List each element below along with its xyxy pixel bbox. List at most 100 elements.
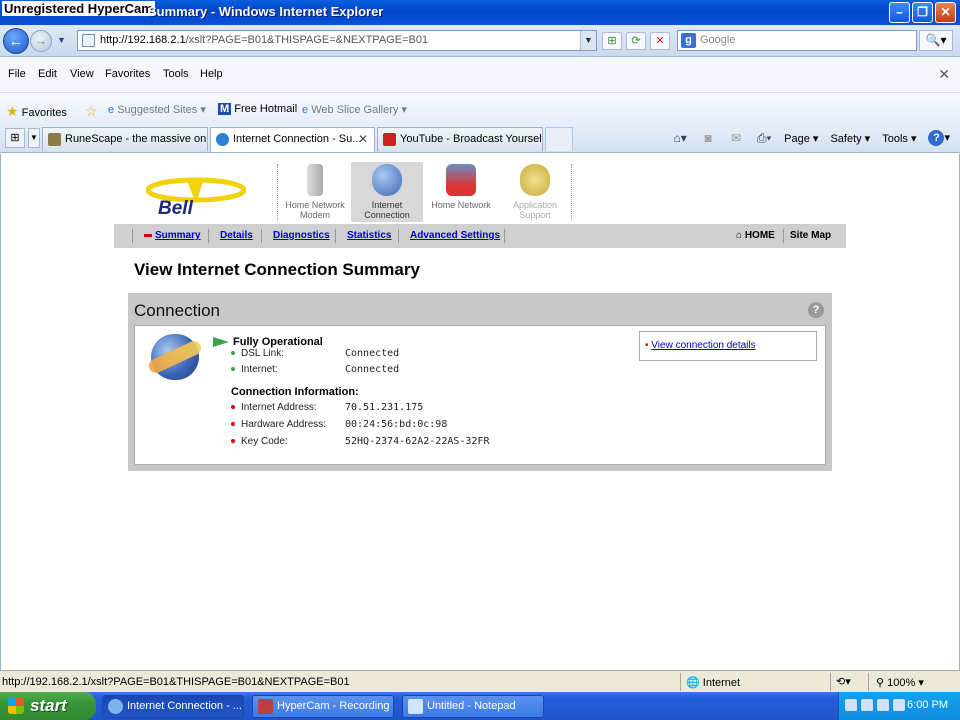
free-hotmail-link[interactable]: M Free Hotmail [218,103,297,115]
protected-mode-icon[interactable]: ⟲▾ [836,675,851,688]
tab-internet-connection[interactable]: Internet Connection - Su... ✕ [210,127,375,152]
maximize-button[interactable]: ❐ [912,2,933,23]
tab-list-dropdown-icon[interactable]: ▼ [28,128,40,148]
menu-file[interactable]: File [8,68,26,80]
globe-icon [372,164,402,196]
minimize-button[interactable]: – [889,2,910,23]
menu-edit[interactable]: Edit [38,68,57,80]
start-button[interactable]: start [0,692,96,720]
tray-icon-1[interactable] [845,699,857,711]
url-path: /xslt?PAGE=B01&THISPAGE=&NEXTPAGE=B01 [185,34,429,46]
home-icon[interactable]: ⌂▾ [672,131,688,145]
row-label: Internet Address: [241,402,317,413]
back-button[interactable]: ← [3,28,29,54]
menu-view[interactable]: View [70,68,94,80]
close-menubar-icon[interactable]: ✕ [938,66,950,83]
connection-panel: Connection ? Fully Operational DSL Link:… [128,293,832,471]
subnav-statistics[interactable]: Statistics [347,230,391,241]
task-notepad[interactable]: Untitled - Notepad [402,695,544,718]
view-connection-details-link[interactable]: View connection details [651,340,755,351]
search-placeholder: Google [700,34,736,46]
favorites-label: Favorites [21,107,67,119]
nav-home-network[interactable]: Home Network [425,162,497,222]
quick-tabs-icon[interactable]: ⊞ [5,128,25,148]
zoom-value: 100% [887,677,916,689]
zone-label: Internet [702,677,741,689]
details-box: • View connection details [639,331,817,361]
key-code-row: Key Code: 52HQ-2374-62A2-22AS-32FR [231,436,490,447]
feeds-icon[interactable]: ◙ [700,131,716,145]
tray-icon-2[interactable] [861,699,873,711]
nav-label: Home Network [431,200,491,210]
youtube-favicon-icon [383,133,396,146]
subnav-diagnostics[interactable]: Diagnostics [273,230,330,241]
page-menu[interactable]: Page ▾ [784,132,818,145]
nav-home-network-modem[interactable]: Home Network Modem [279,162,351,222]
task-internet-explorer[interactable]: Internet Connection - ... [102,695,244,718]
tray-icon-3[interactable] [877,699,889,711]
tab-youtube[interactable]: YouTube - Broadcast Yourself. [377,127,543,151]
recent-pages-dropdown[interactable]: ▼ [57,35,66,45]
safety-menu[interactable]: Safety ▾ [830,132,870,145]
new-tab-button[interactable] [545,127,573,151]
subnav-details[interactable]: Details [220,230,253,241]
internet-zone-icon: 🌐 [686,677,700,689]
taskbar: start Internet Connection - ... HyperCam… [0,692,960,720]
web-slice-gallery-label: Web Slice Gallery ▾ [311,104,407,116]
search-input[interactable]: g Google [677,30,917,51]
favorites-button[interactable]: ★ Favorites [6,103,67,120]
zoom-level[interactable]: ⚲ 100% ▾ [876,676,924,689]
refresh-icon[interactable]: ⟳ [626,32,646,50]
search-button[interactable]: 🔍▾ [919,30,953,51]
favorites-star-icon: ★ [6,103,19,119]
command-bar: ⌂▾ ◙ ✉ ⎙▾ Page ▾ Safety ▾ Tools ▾ ? ▾ [672,130,950,146]
red-bullet-icon [231,422,235,427]
menu-tools[interactable]: Tools [163,68,189,80]
bell-logo: Bell [158,198,193,219]
title-bar: Unregistered HyperCam Summary - Windows … [0,0,960,25]
row-label: Key Code: [241,436,288,447]
menu-help[interactable]: Help [200,68,223,80]
home-link[interactable]: ⌂ HOME [736,230,775,241]
row-label: DSL Link: [241,348,284,359]
help-question-icon[interactable]: ? [808,302,824,318]
house-icon: ⌂ [736,230,743,241]
hypercam-watermark: Unregistered HyperCam [2,1,155,16]
mail-icon[interactable]: ✉ [728,131,744,145]
window-controls: – ❐ ✕ [889,2,956,23]
tray-icon-4[interactable] [893,699,905,711]
add-to-favorites-icon[interactable]: ☆ [85,103,98,120]
address-dropdown-icon[interactable]: ▼ [580,31,596,50]
tools-menu[interactable]: Tools ▾ [882,132,916,145]
row-label: Internet: [241,364,278,375]
tab-label: RuneScape - the massive onli... [65,133,208,145]
internet-address-row: Internet Address: 70.51.231.175 [231,402,423,413]
task-hypercam[interactable]: HyperCam - Recording [252,695,394,718]
runescape-favicon-icon [48,133,61,146]
subnav-advanced-settings[interactable]: Advanced Settings [410,230,500,241]
print-icon[interactable]: ⎙▾ [756,131,772,145]
help-icon[interactable]: ? ▾ [928,130,950,146]
address-input[interactable]: http://192.168.2.1/xslt?PAGE=B01&THISPAG… [77,30,597,51]
current-marker-icon [144,233,152,237]
forward-button[interactable]: → [30,30,52,52]
compatibility-icon[interactable]: ⊞ [602,32,622,50]
tab-runescape[interactable]: RuneScape - the massive onli... [42,127,208,151]
start-label: start [30,696,67,715]
site-map-link[interactable]: Site Map [790,230,831,241]
subnav-summary[interactable]: Summary [144,230,201,241]
nav-application-support[interactable]: Application Support [499,162,571,222]
status-text: Fully Operational [233,336,323,348]
nav-internet-connection[interactable]: Internet Connection [351,162,423,222]
web-slice-gallery-link[interactable]: e Web Slice Gallery ▾ [302,103,407,116]
modem-icon [307,164,323,196]
suggested-sites-link[interactable]: e Suggested Sites ▾ [108,103,206,116]
row-value: 70.51.231.175 [345,402,424,413]
close-tab-icon[interactable]: ✕ [358,128,368,150]
dsl-link-row: DSL Link: Connected [231,348,399,359]
menu-favorites[interactable]: Favorites [105,68,150,80]
stop-icon[interactable]: ✕ [650,32,670,50]
task-label: Internet Connection - ... [127,700,242,712]
green-bullet-icon [231,351,235,356]
close-button[interactable]: ✕ [935,2,956,23]
